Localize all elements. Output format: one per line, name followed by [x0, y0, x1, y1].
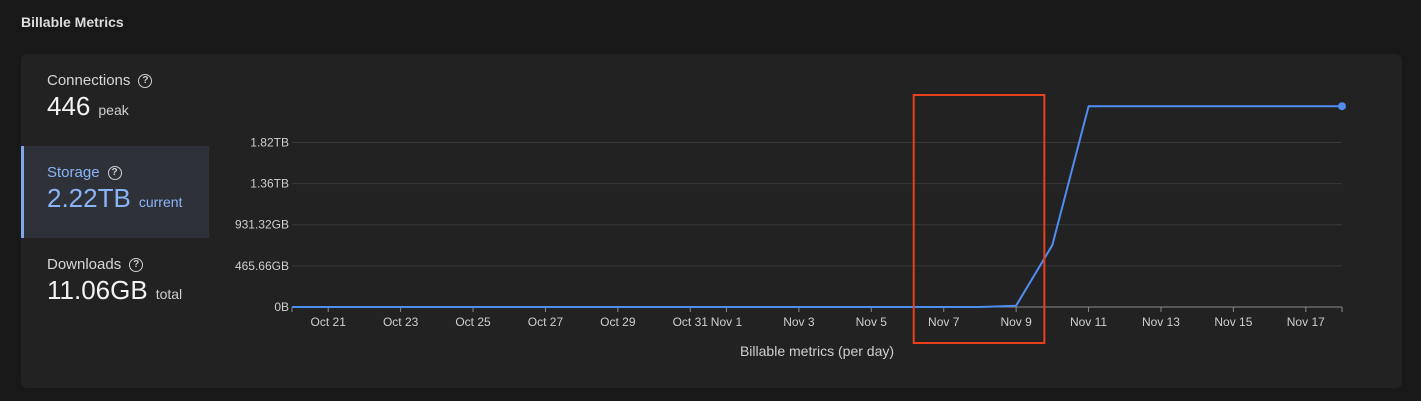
x-tick-label: Nov 15 [1214, 315, 1252, 329]
series-layer [292, 102, 1346, 308]
x-tick-label: Nov 1 [711, 315, 743, 329]
x-tick-label: Nov 13 [1142, 315, 1180, 329]
x-tick-label: Nov 17 [1287, 315, 1325, 329]
series-end-point [1338, 102, 1346, 111]
y-tick-label: 1.82TB [250, 135, 289, 149]
highlight-annotation-box [912, 94, 1046, 344]
x-axis-layer: Oct 21 Oct 23 Oct 25 Oct 27 Oct 29 Oct 31 Nov … [291, 306, 1343, 329]
storage-series-line [292, 105, 1342, 308]
x-tick-label: Nov 5 [856, 315, 888, 329]
y-tick-label: 465.66GB [235, 259, 289, 273]
x-tick-label: Nov 7 [928, 315, 960, 329]
x-tick-label: Oct 25 [455, 315, 491, 329]
y-tick-label: 0B [274, 300, 289, 314]
x-tick-label: Nov 3 [783, 315, 815, 329]
x-tick-label: Nov 11 [1070, 315, 1107, 329]
x-tick-label: Oct 23 [383, 315, 419, 329]
x-tick-label: Oct 27 [528, 315, 564, 329]
x-tick-label: Nov 9 [1000, 315, 1032, 329]
storage-line-chart: 0B 465.66GB 931.32GB 1.36TB 1.82TB Oct 21 Oct… [235, 94, 1346, 359]
x-tick-label: Oct 21 [311, 315, 347, 329]
x-tick-label: Oct 29 [600, 315, 636, 329]
highlight-layer [912, 94, 1046, 344]
x-tick-label: Oct 31 [673, 315, 709, 329]
y-tick-label: 1.36TB [250, 177, 289, 191]
grid-layer [292, 141, 1342, 267]
y-tick-layer: 0B 465.66GB 931.32GB 1.36TB 1.82TB [235, 135, 289, 314]
x-axis-title: Billable metrics (per day) [740, 343, 894, 359]
y-tick-label: 931.32GB [235, 218, 289, 232]
